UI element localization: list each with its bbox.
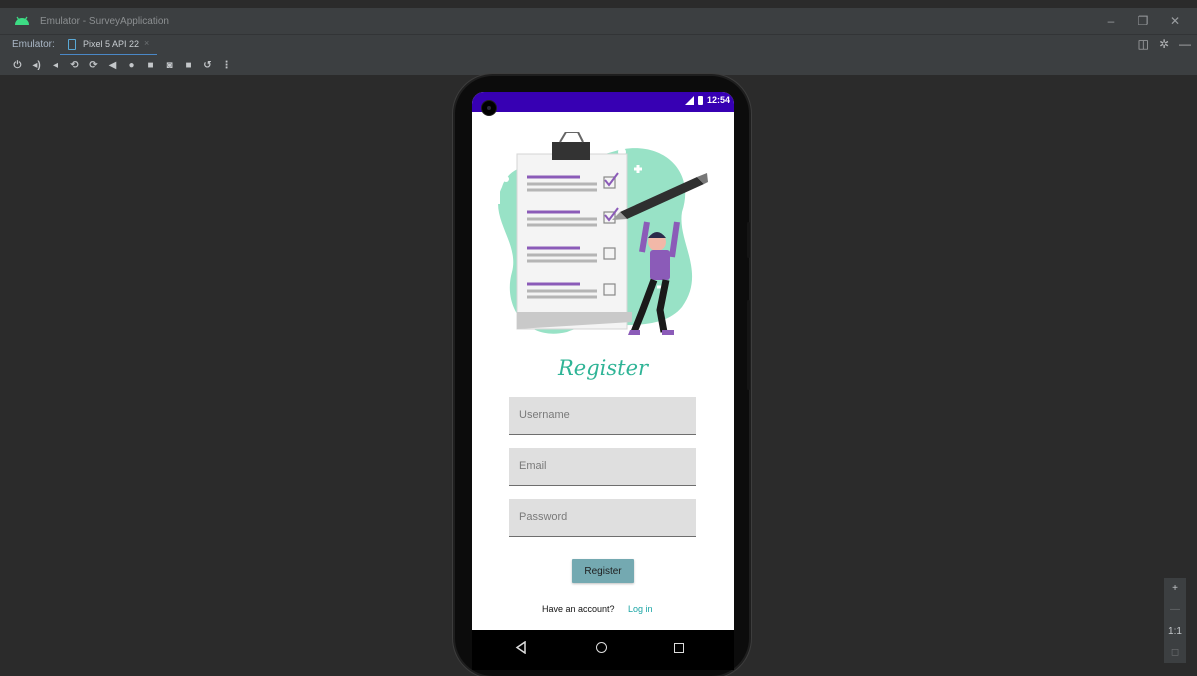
tab-close-icon[interactable]: × [144, 38, 149, 48]
zoom-controls: + — 1:1 ◻ [1164, 578, 1186, 663]
zoom-actual-size-button[interactable]: 1:1 [1168, 626, 1182, 637]
emulator-tab-bar: Emulator: Pixel 5 API 22 × ◫ ✲ — [0, 34, 1197, 56]
back-icon[interactable]: ◀ [103, 57, 122, 73]
device-screen[interactable]: 12:54 Register Username Email Password R… [472, 92, 734, 670]
record-icon[interactable]: ■ [179, 57, 198, 73]
nav-home-icon[interactable] [596, 642, 607, 653]
phone-volume-button[interactable] [747, 300, 750, 390]
phone-device-icon [68, 39, 76, 50]
rotate-left-icon[interactable]: ⟲ [65, 57, 84, 73]
minimize-button[interactable]: – [1095, 14, 1127, 28]
window-title: Emulator - SurveyApplication [40, 15, 169, 27]
window-controls: – ❐ ✕ [1095, 8, 1191, 34]
tab-pixel-5[interactable]: Pixel 5 API 22 × [60, 35, 157, 56]
register-button[interactable]: Register [572, 559, 634, 583]
survey-illustration [497, 132, 708, 337]
register-title: Register [557, 356, 649, 380]
layout-icon[interactable]: ◫ [1138, 37, 1149, 51]
snapshot-icon[interactable]: ↺ [198, 57, 217, 73]
nav-back-icon[interactable] [515, 641, 527, 654]
phone-power-button[interactable] [747, 222, 750, 258]
screenshot-icon[interactable]: ◙ [160, 57, 179, 73]
volume-down-icon[interactable]: ◂ [46, 57, 65, 73]
power-icon[interactable]: ⏻ [8, 57, 27, 73]
username-field[interactable]: Username [509, 397, 696, 435]
zoom-in-button[interactable]: + [1172, 583, 1178, 594]
have-account-text: Have an account? [542, 604, 615, 614]
settings-gear-icon[interactable]: ✲ [1159, 37, 1169, 51]
signal-icon [684, 95, 694, 105]
android-studio-icon [15, 16, 29, 25]
home-icon[interactable]: ● [122, 57, 141, 73]
status-bar: 12:54 [472, 92, 734, 112]
restore-button[interactable]: ❐ [1127, 14, 1159, 28]
battery-icon [697, 95, 703, 105]
volume-up-icon[interactable]: ◂) [27, 57, 46, 73]
status-icons: 12:54 [684, 95, 730, 105]
hide-panel-icon[interactable]: — [1179, 37, 1191, 51]
emulator-toolbar: ⏻ ◂) ◂ ⟲ ⟳ ◀ ● ■ ◙ ■ ↺ ⋮ [0, 55, 1197, 75]
front-camera [481, 100, 497, 116]
tab-label: Pixel 5 API 22 [83, 39, 140, 49]
rotate-right-icon[interactable]: ⟳ [84, 57, 103, 73]
email-field[interactable]: Email [509, 448, 696, 486]
navigation-bar [472, 630, 734, 670]
more-icon[interactable]: ⋮ [217, 57, 236, 73]
zoom-fit-button[interactable]: ◻ [1171, 647, 1179, 658]
nav-recents-icon[interactable] [674, 643, 684, 653]
title-bar: Emulator - SurveyApplication – ❐ ✕ [0, 8, 1197, 34]
close-button[interactable]: ✕ [1159, 14, 1191, 28]
status-time: 12:54 [706, 95, 730, 105]
overview-icon[interactable]: ■ [141, 57, 160, 73]
emulator-label: Emulator: [12, 39, 55, 50]
zoom-out-button[interactable]: — [1170, 604, 1180, 615]
login-link[interactable]: Log in [628, 604, 653, 614]
password-field[interactable]: Password [509, 499, 696, 537]
panel-controls: ◫ ✲ — [1138, 37, 1191, 51]
